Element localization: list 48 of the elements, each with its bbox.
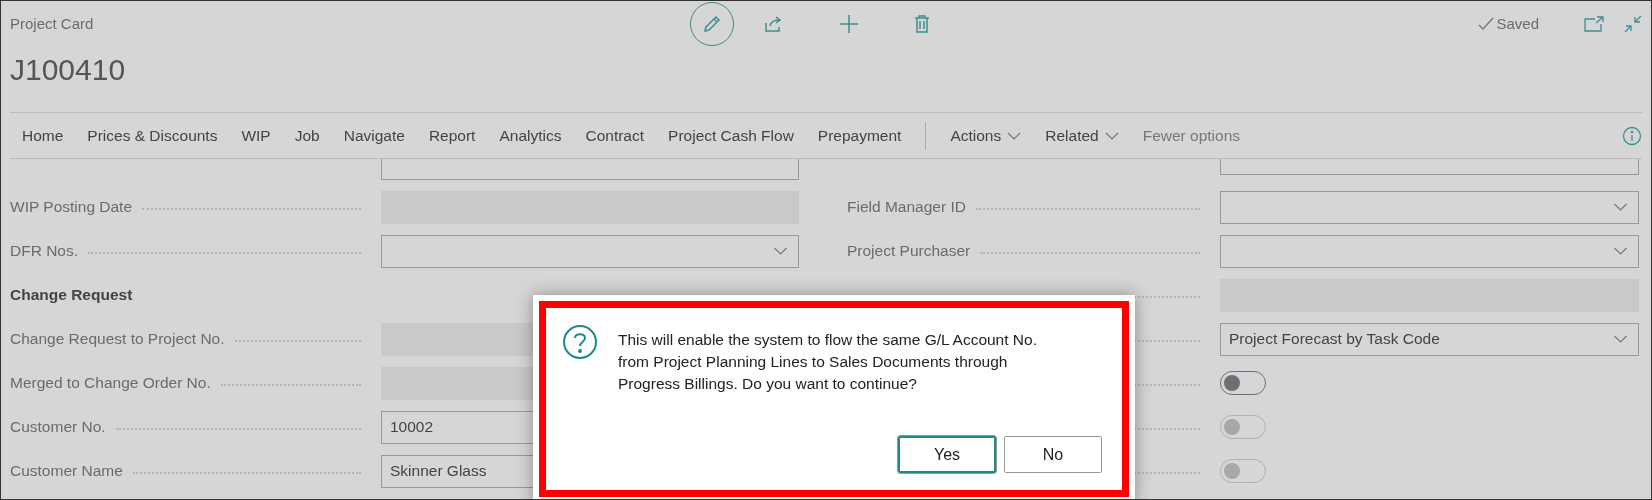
field-label: Customer Name xyxy=(10,461,123,482)
field-label: Project Purchaser xyxy=(847,241,971,262)
dropdown-field[interactable] xyxy=(1220,190,1639,224)
collapse-icon[interactable] xyxy=(1624,15,1642,33)
pencil-icon xyxy=(701,13,723,35)
info-icon[interactable] xyxy=(1622,125,1642,146)
chevron-down-icon xyxy=(1007,131,1022,140)
field-label: Field Manager ID xyxy=(847,197,966,218)
saved-status: Saved xyxy=(1496,13,1539,34)
share-icon[interactable] xyxy=(764,15,784,33)
chevron-down-icon xyxy=(773,247,788,255)
input-field[interactable] xyxy=(381,159,799,180)
record-title: J100410 xyxy=(10,52,126,88)
nav-tab[interactable]: Job xyxy=(282,123,332,148)
field-label: WIP Posting Date xyxy=(10,197,133,218)
nav-menu[interactable]: Actions xyxy=(938,123,1034,148)
nav-tab[interactable]: Analytics xyxy=(487,123,574,148)
dropdown-field[interactable]: Project Forecast by Task Code xyxy=(1220,322,1639,356)
field-label: Merged to Change Order No. xyxy=(10,373,211,394)
dialog-message: This will enable the system to flow the same G/L Account No. from Project Planning Lines to Sales Documents through Progress Billings. Do you want to continue? xyxy=(618,330,1038,394)
field-label: Change Request to Project No. xyxy=(10,329,225,350)
open-in-window-icon[interactable] xyxy=(1584,16,1604,32)
check-icon xyxy=(1478,17,1495,31)
nav-tab[interactable]: Project Cash Flow xyxy=(656,123,806,148)
nav-tab[interactable]: Home xyxy=(10,123,76,148)
dropdown-field[interactable] xyxy=(381,234,799,268)
nav-tab[interactable]: Contract xyxy=(573,123,657,148)
nav-tab[interactable]: WIP xyxy=(229,123,283,148)
field-label: Customer No. xyxy=(10,417,106,438)
field-label: DFR Nos. xyxy=(10,241,79,262)
chevron-down-icon xyxy=(1613,335,1628,343)
nav-tab[interactable]: Report xyxy=(416,123,488,148)
nav-tab[interactable]: Prices & Discounts xyxy=(75,123,230,148)
dropdown-field[interactable] xyxy=(1220,234,1639,268)
chevron-down-icon xyxy=(1613,247,1628,255)
trash-icon[interactable] xyxy=(914,14,930,34)
input-field[interactable] xyxy=(1220,159,1639,175)
chevron-down-icon xyxy=(1104,131,1119,140)
plus-icon[interactable] xyxy=(839,14,859,34)
nav-tab[interactable]: Navigate xyxy=(331,123,417,148)
dialog-button[interactable]: No xyxy=(1004,436,1102,473)
chevron-down-icon xyxy=(1613,203,1628,211)
dialog-button[interactable]: Yes xyxy=(898,436,996,473)
page-caption: Project Card xyxy=(10,13,95,34)
question-icon xyxy=(562,324,598,360)
nav-menu[interactable]: Related xyxy=(1033,123,1131,148)
nav-tab[interactable]: Prepayment xyxy=(805,123,914,148)
section-heading: Change Request xyxy=(10,285,133,306)
